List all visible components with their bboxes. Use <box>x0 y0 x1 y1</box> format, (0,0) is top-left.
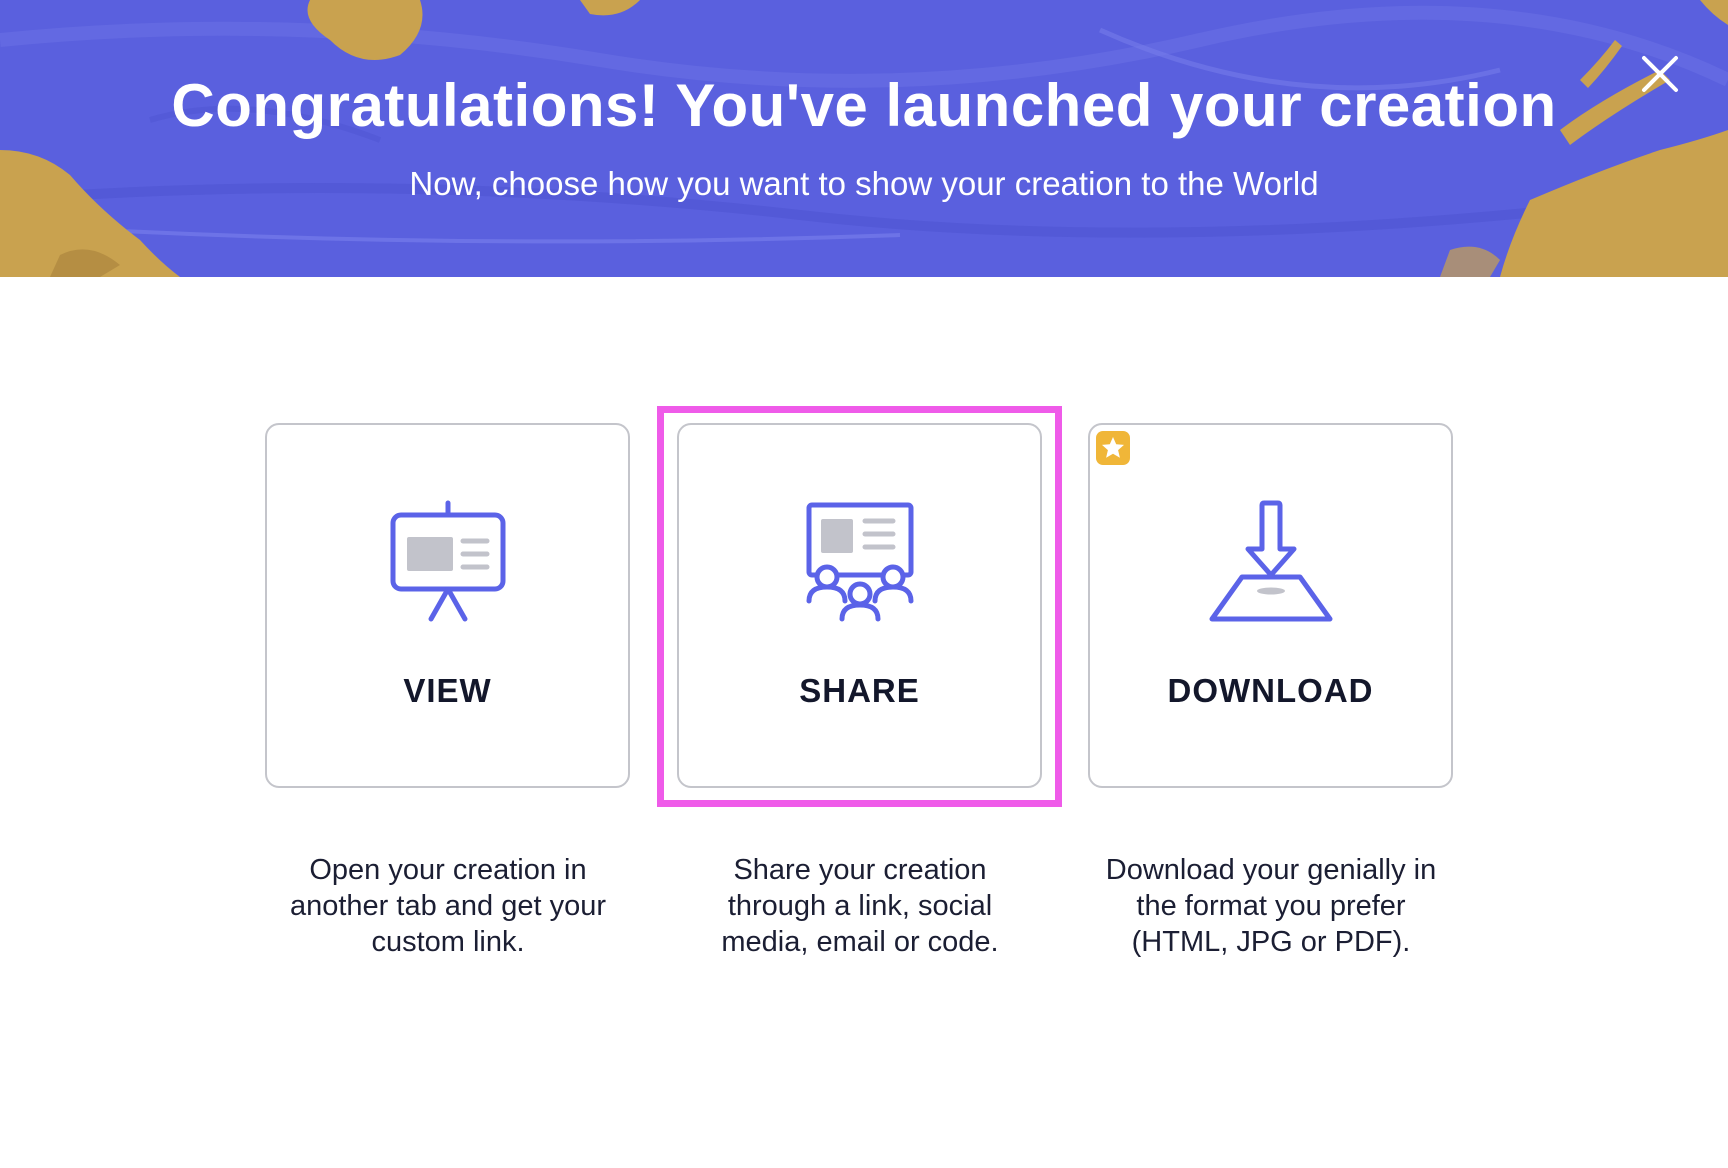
close-button[interactable] <box>1636 50 1684 98</box>
star-premium-icon <box>1102 437 1124 458</box>
view-option-card[interactable]: VIEW <box>265 423 630 788</box>
download-option-description: Download your genially in the format you… <box>1071 852 1471 960</box>
description-line: the format you prefer <box>1136 890 1406 922</box>
description-line: another tab and get your <box>289 890 606 922</box>
view-option-description: Open your creation in another tab and ge… <box>248 852 648 960</box>
download-option-label: DOWNLOAD <box>1167 672 1374 709</box>
description-line: media, email or code. <box>721 926 999 958</box>
presentation-board-icon <box>390 500 505 622</box>
download-option-card[interactable]: DOWNLOAD <box>1088 423 1453 788</box>
premium-badge <box>1096 431 1130 465</box>
download-icon <box>1209 500 1332 622</box>
description-line: through a link, social <box>727 890 993 922</box>
description-line: (HTML, JPG or PDF). <box>1131 926 1411 958</box>
header-banner: Congratulations! You've launched your cr… <box>0 0 1728 277</box>
share-option-card[interactable]: SHARE <box>677 423 1042 788</box>
close-icon[interactable] <box>1636 50 1684 98</box>
view-option-label: VIEW <box>403 672 492 709</box>
description-line: Open your creation in <box>309 854 587 886</box>
description-line: Share your creation <box>733 854 987 886</box>
description-line: Download your genially in <box>1105 854 1437 886</box>
page-subtitle: Now, choose how you want to show your cr… <box>409 165 1319 202</box>
share-audience-icon <box>806 502 913 622</box>
share-option-description: Share your creation through a link, soci… <box>660 852 1060 960</box>
description-line: custom link. <box>371 926 525 958</box>
share-option-label: SHARE <box>799 672 920 709</box>
page-title: Congratulations! You've launched your cr… <box>171 72 1557 139</box>
